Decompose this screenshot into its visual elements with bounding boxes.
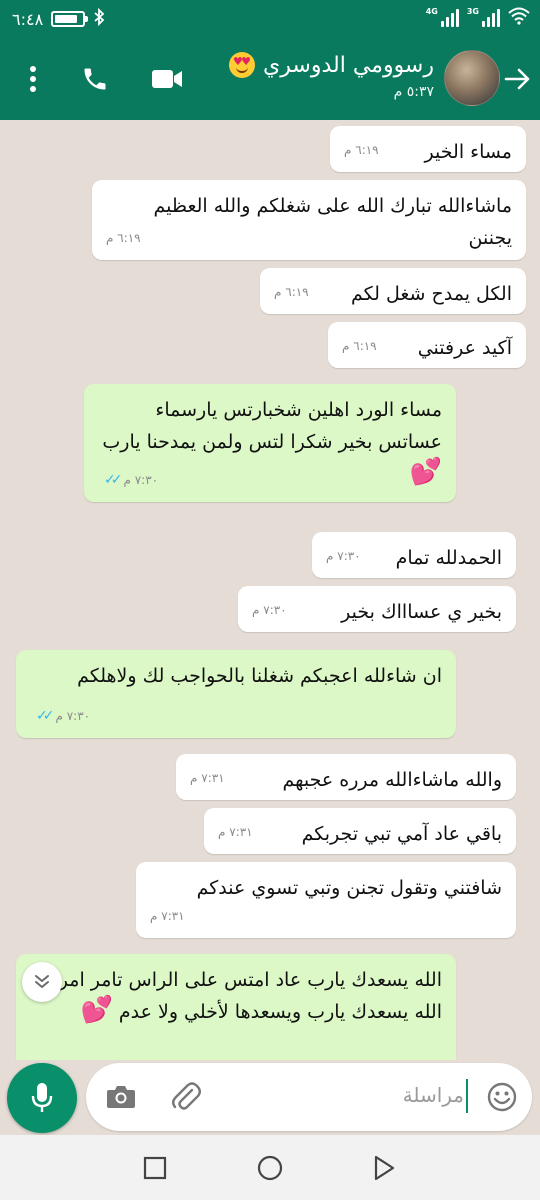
read-receipt-icon: ✓✓: [104, 472, 123, 488]
two-hearts-emoji-icon: 💕: [409, 457, 442, 487]
message-text: ماشاءالله تبارك الله على شغلكم والله الع…: [153, 195, 512, 249]
message-incoming[interactable]: آكيد عرفتني ٦:١٩ م: [328, 322, 526, 368]
message-text: باقي عاد آمي تبي تجربكم: [301, 823, 502, 845]
double-chevron-down-icon: [35, 975, 49, 988]
compose-bar: مراسلة: [0, 1060, 540, 1135]
bluetooth-icon: [93, 7, 105, 30]
heart-eyes-emoji-icon: [229, 52, 256, 78]
paperclip-icon[interactable]: [170, 1081, 202, 1113]
message-text: بخير ي عساااك بخير: [341, 601, 502, 623]
status-bar: ٦:٤٨ 4G 3G: [0, 0, 540, 38]
message-incoming[interactable]: مساء الخير ٦:١٩ م: [330, 126, 526, 172]
home-icon[interactable]: [257, 1155, 283, 1181]
message-outgoing[interactable]: ان شاءلله اعجبكم شغلنا بالحواجب لك ولاهل…: [16, 650, 456, 738]
message-time: ٧:٣٠ م ✓✓: [30, 700, 90, 732]
message-text: مساء الخير: [424, 141, 512, 163]
message-text: والله ماشاءالله مرره عجبهم: [282, 769, 502, 791]
read-receipt-icon: ✓✓: [36, 708, 55, 724]
message-time: ٦:١٩ م: [274, 285, 309, 299]
contact-name: رسوومي الدوسري: [263, 52, 434, 78]
camera-icon[interactable]: [106, 1083, 136, 1111]
message-time: ٧:٣١ م: [150, 909, 185, 923]
video-call-icon[interactable]: [150, 62, 184, 96]
nav-back-icon[interactable]: [370, 1155, 396, 1181]
status-right: 4G 3G: [426, 7, 530, 27]
text-cursor: [466, 1079, 468, 1113]
system-navigation-bar: [0, 1135, 540, 1200]
contact-info[interactable]: رسوومي الدوسري ٥:٣٧ م: [229, 52, 434, 100]
message-text: الحمدلله تمام: [395, 547, 502, 569]
more-options-icon[interactable]: [18, 62, 48, 96]
recent-apps-icon[interactable]: [142, 1155, 168, 1181]
signal-icon-2: 3G: [467, 7, 500, 27]
last-seen: ٥:٣٧ م: [393, 84, 434, 100]
message-incoming[interactable]: باقي عاد آمي تبي تجربكم ٧:٣١ م: [204, 808, 516, 854]
message-incoming[interactable]: بخير ي عساااك بخير ٧:٣٠ م: [238, 586, 516, 632]
message-incoming[interactable]: الحمدلله تمام ٧:٣٠ م: [312, 532, 516, 578]
message-input-placeholder: مراسلة: [402, 1083, 464, 1107]
message-list[interactable]: مساء الخير ٦:١٩ م ماشاءالله تبارك الله ع…: [0, 120, 540, 1060]
message-text: شافتني وتقول تجنن وتبي تسوي عندكم: [196, 877, 502, 899]
message-time: ٦:١٩ م: [344, 143, 379, 157]
contact-avatar[interactable]: [444, 50, 500, 106]
message-text: الكل يمدح شغل لكم: [351, 283, 512, 305]
wifi-icon: [508, 7, 530, 27]
battery-icon: [51, 11, 89, 27]
message-text: ان شاءلله اعجبكم شغلنا بالحواجب لك ولاهل…: [77, 665, 442, 687]
microphone-icon: [31, 1083, 53, 1112]
voice-call-icon[interactable]: [78, 62, 112, 96]
message-outgoing[interactable]: مساء الورد اهلين شخبارتس يارسماء عساتس ب…: [84, 384, 456, 502]
message-text: آكيد عرفتني: [417, 337, 512, 359]
scroll-to-bottom-button[interactable]: [22, 962, 62, 1002]
message-time: ٧:٣١ م: [218, 825, 253, 839]
voice-message-button[interactable]: [7, 1063, 77, 1133]
signal-icon-1: 4G: [426, 7, 459, 27]
status-time: ٦:٤٨: [12, 9, 44, 29]
message-text: مساء الورد اهلين شخبارتس يارسماء عساتس ب…: [102, 399, 442, 453]
message-incoming[interactable]: شافتني وتقول تجنن وتبي تسوي عندكم ٧:٣١ م: [136, 862, 516, 938]
message-time: ٦:١٩ م: [106, 231, 141, 245]
message-incoming[interactable]: ماشاءالله تبارك الله على شغلكم والله الع…: [92, 180, 526, 260]
message-time: ٧:٣٠ م: [252, 603, 287, 617]
message-incoming[interactable]: الكل يمدح شغل لكم ٦:١٩ م: [260, 268, 526, 314]
two-hearts-emoji-icon: 💕: [80, 995, 113, 1025]
message-incoming[interactable]: والله ماشاءالله مرره عجبهم ٧:٣١ م: [176, 754, 516, 800]
message-time: ٧:٣٠ م: [326, 549, 361, 563]
contact-name-row: رسوومي الدوسري: [229, 52, 434, 78]
message-input[interactable]: مراسلة: [86, 1063, 532, 1131]
message-time: ٧:٣١ م: [190, 771, 225, 785]
message-outgoing[interactable]: الله يسعدك يارب عاد امتس على الراس تامر …: [16, 954, 456, 1060]
emoji-icon[interactable]: [486, 1081, 518, 1113]
status-left: ٦:٤٨: [12, 7, 105, 30]
chat-header: رسوومي الدوسري ٥:٣٧ م: [0, 38, 540, 120]
message-text: الله يسعدك يارب عاد امتس على الراس تامر …: [58, 969, 442, 1023]
message-time: ٧:٣٠ م ✓✓: [98, 464, 158, 496]
message-time: ٦:١٩ م: [342, 339, 377, 353]
back-arrow-icon[interactable]: [502, 64, 532, 94]
